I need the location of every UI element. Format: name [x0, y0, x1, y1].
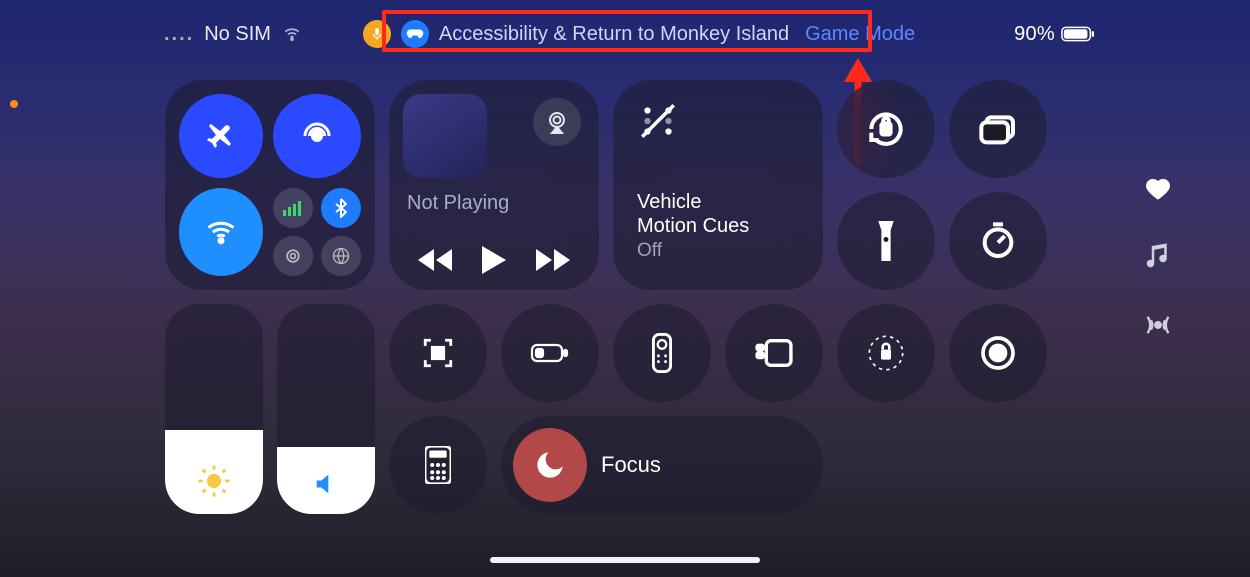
- previous-button[interactable]: [418, 249, 452, 271]
- home-indicator[interactable]: [490, 557, 760, 563]
- flashlight-icon: [875, 221, 897, 261]
- vehicle-cues-line2: Motion Cues: [637, 214, 749, 238]
- sun-icon: [165, 464, 263, 498]
- motion-cues-icon: [637, 100, 679, 142]
- carrier-label: No SIM: [204, 23, 271, 46]
- focus-tile[interactable]: Focus: [501, 416, 823, 514]
- wifi-button[interactable]: [179, 188, 263, 276]
- guided-access-button[interactable]: [837, 304, 935, 402]
- connectivity-shortcut-icon[interactable]: [1144, 311, 1172, 339]
- focus-moon-button[interactable]: [513, 428, 587, 502]
- recording-indicator-dot: [10, 100, 18, 108]
- gamepad-icon: [406, 27, 424, 41]
- music-icon[interactable]: [1145, 241, 1171, 271]
- speaker-icon: [277, 470, 375, 498]
- game-mode-label[interactable]: Game Mode: [805, 23, 915, 46]
- mic-icon: [370, 25, 384, 43]
- airplay-button[interactable]: [533, 98, 581, 146]
- ellipsis-icon: ....: [164, 23, 194, 46]
- play-icon: [482, 246, 506, 274]
- calculator-icon: [425, 446, 451, 484]
- moon-icon: [533, 448, 567, 482]
- calculator-button[interactable]: [389, 416, 487, 514]
- now-playing-label: Not Playing: [407, 192, 509, 215]
- favorites-icon[interactable]: [1144, 175, 1172, 201]
- cellular-icon: [283, 200, 303, 216]
- cellular-button[interactable]: [273, 188, 313, 228]
- focus-label: Focus: [601, 452, 661, 478]
- bluetooth-button[interactable]: [321, 188, 361, 228]
- airplane-mode-button[interactable]: [179, 94, 263, 178]
- stage-manager-icon: [754, 337, 794, 369]
- battery-percent: 90%: [1014, 23, 1055, 46]
- apple-tv-remote-button[interactable]: [613, 304, 711, 402]
- status-bar: .... No SIM Accessibility & Return to Mo…: [0, 18, 1250, 50]
- backward-icon: [418, 249, 452, 271]
- bluetooth-icon: [335, 198, 347, 218]
- stage-manager-button[interactable]: [725, 304, 823, 402]
- volume-slider[interactable]: [277, 304, 375, 514]
- globe-icon: [331, 246, 351, 266]
- timer-button[interactable]: [949, 192, 1047, 290]
- vehicle-cues-state: Off: [637, 240, 749, 262]
- screen-mirroring-button[interactable]: [949, 80, 1047, 178]
- airplane-icon: [204, 119, 238, 153]
- flashlight-button[interactable]: [837, 192, 935, 290]
- orientation-lock-icon: [864, 107, 908, 151]
- screen-mirroring-icon: [978, 112, 1018, 146]
- forward-icon: [536, 249, 570, 271]
- next-button[interactable]: [536, 249, 570, 271]
- side-icon-strip: [1144, 175, 1172, 339]
- play-button[interactable]: [482, 246, 506, 274]
- qr-scanner-button[interactable]: [389, 304, 487, 402]
- lock-circle-icon: [866, 333, 906, 373]
- airplay-icon: [545, 110, 569, 134]
- wifi-icon: [202, 217, 240, 247]
- status-title[interactable]: Accessibility & Return to Monkey Island: [439, 23, 789, 46]
- screen-record-button[interactable]: [949, 304, 1047, 402]
- qr-icon: [421, 336, 455, 370]
- media-artwork: [403, 94, 487, 178]
- remote-icon: [652, 333, 672, 373]
- hotspot-button[interactable]: [273, 236, 313, 276]
- airdrop-icon: [299, 118, 335, 154]
- mic-indicator-pill[interactable]: [363, 20, 391, 48]
- brightness-slider[interactable]: [165, 304, 263, 514]
- control-center: Not Playing Vehicle Motion Cues Off: [165, 80, 1085, 514]
- low-power-button[interactable]: [501, 304, 599, 402]
- vehicle-motion-cues-tile[interactable]: Vehicle Motion Cues Off: [613, 80, 823, 290]
- media-tile[interactable]: Not Playing: [389, 80, 599, 290]
- battery-low-icon: [530, 342, 570, 364]
- record-icon: [978, 333, 1018, 373]
- vpn-button[interactable]: [321, 236, 361, 276]
- battery-icon: [1061, 26, 1095, 42]
- gamepad-indicator-pill[interactable]: [401, 20, 429, 48]
- hotspot-icon: [283, 246, 303, 266]
- airdrop-button[interactable]: [273, 94, 361, 178]
- wifi-icon: [281, 25, 303, 43]
- vehicle-cues-line1: Vehicle: [637, 190, 749, 214]
- timer-icon: [978, 221, 1018, 261]
- orientation-lock-button[interactable]: [837, 80, 935, 178]
- connectivity-tile[interactable]: [165, 80, 375, 290]
